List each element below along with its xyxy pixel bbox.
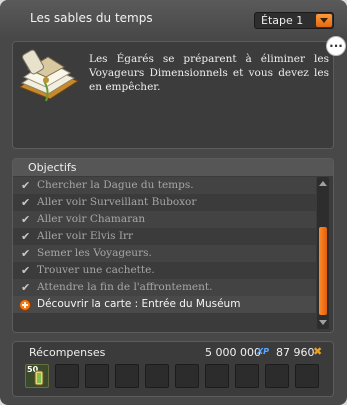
rewards-label: Récompenses [29,346,106,359]
rewards-panel: Récompenses 5 000 000 XP 87 960 ✖ 50 [12,341,334,397]
more-options-button[interactable]: ... [326,36,346,56]
reward-slot-empty[interactable] [55,364,79,388]
reward-slot-empty[interactable] [265,364,289,388]
window-header: Les sables du temps Étape 1 [0,0,347,36]
objectives-panel: Objectifs ✔ Chercher la Dague du temps. … [12,158,334,333]
check-icon: ✔ [21,213,31,226]
quest-description-text: Les Égarés se préparent à éliminer les V… [89,53,329,93]
xp-reward-value: 5 000 000 [205,346,261,359]
reward-item-slot[interactable]: 50 [25,364,49,388]
reward-slot-empty[interactable] [205,364,229,388]
chevron-down-icon[interactable] [316,14,332,27]
objective-item[interactable]: ✔ Chercher la Dague du temps. [13,177,316,194]
scrollbar-thumb[interactable] [319,227,327,315]
objective-label: Semer les Voyageurs. [37,247,152,259]
stage-dropdown-value: Étape 1 [261,14,304,27]
xp-icon: XP [257,347,270,356]
objective-label: Attendre la fin de l'affrontement. [37,281,213,293]
objective-item[interactable]: ✔ Aller voir Surveillant Buboxor [13,194,316,211]
reward-slot-empty[interactable] [235,364,259,388]
reward-slot-empty[interactable] [175,364,199,388]
check-icon: ✔ [21,230,31,243]
scroll-item-icon [34,370,44,386]
quest-description-panel: Les Égarés se préparent à éliminer les V… [12,41,334,149]
objective-item[interactable]: ✔ Trouver une cachette. [13,262,316,279]
objective-item-current[interactable]: Découvrir la carte : Entrée du Muséum [13,296,316,313]
plus-circle-icon[interactable] [19,299,31,311]
quest-window: Les sables du temps Étape 1 Les Égarés s… [0,0,347,405]
kamas-reward-value: 87 960 [276,346,315,359]
objective-label: Aller voir Surveillant Buboxor [37,196,197,208]
objectives-header: Objectifs [13,159,333,176]
objective-item[interactable]: ✔ Semer les Voyageurs. [13,245,316,262]
check-icon: ✔ [21,196,31,209]
objective-label: Découvrir la carte : Entrée du Muséum [37,298,241,310]
objective-label: Aller voir Chamaran [37,213,146,225]
scroll-down-icon[interactable] [319,320,327,325]
check-icon: ✔ [21,264,31,277]
objective-item[interactable]: ✔ Aller voir Chamaran [13,211,316,228]
scroll-up-icon[interactable] [319,181,327,186]
stage-dropdown[interactable]: Étape 1 [254,12,334,29]
reward-slot-empty[interactable] [85,364,109,388]
check-icon: ✔ [21,179,31,192]
objective-label: Aller voir Elvis Irr [37,230,134,242]
objective-item[interactable]: ✔ Aller voir Elvis Irr [13,228,316,245]
objectives-scrollbar[interactable] [317,177,329,329]
objective-label: Trouver une cachette. [37,264,155,276]
quest-title: Les sables du temps [30,11,153,25]
objective-item[interactable]: ✔ Attendre la fin de l'affrontement. [13,279,316,296]
reward-slot-empty[interactable] [295,364,319,388]
reward-slot-empty[interactable] [145,364,169,388]
book-scroll-icon [18,49,80,102]
objective-label: Chercher la Dague du temps. [37,179,194,191]
kamas-icon: ✖ [313,345,323,358]
check-icon: ✔ [21,247,31,260]
check-icon: ✔ [21,281,31,294]
objectives-list: ✔ Chercher la Dague du temps. ✔ Aller vo… [13,177,316,313]
reward-slot-empty[interactable] [115,364,139,388]
